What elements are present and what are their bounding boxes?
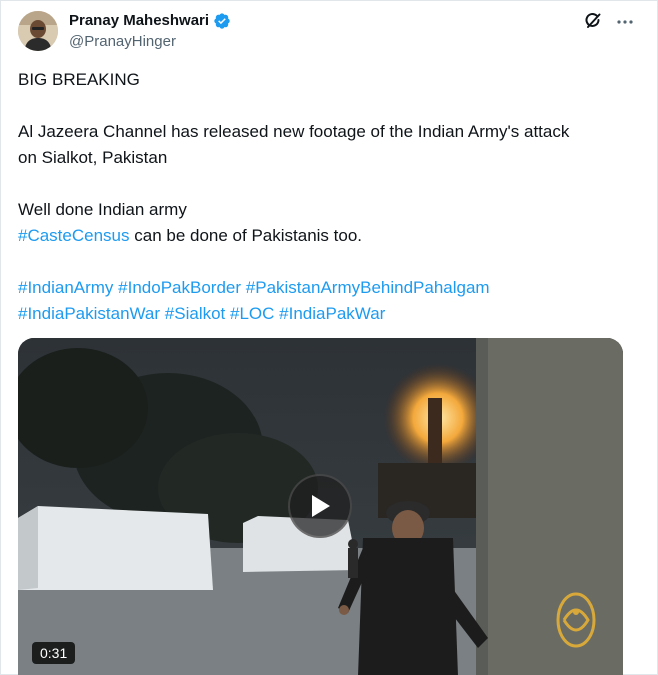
hashtag-link[interactable]: #IndoPakBorder (118, 278, 241, 297)
watermark-logo (556, 592, 596, 648)
tweet-text: BIG BREAKING Al Jazeera Channel has rele… (18, 67, 633, 327)
verified-badge-icon[interactable] (213, 12, 231, 30)
tweet-card: Pranay Maheshwari @PranayHinger BIG BREA… (0, 0, 658, 675)
hashtag-link[interactable]: #PakistanArmyBehindPahalgam (246, 278, 490, 297)
more-icon[interactable] (615, 11, 635, 31)
video-player[interactable]: 0:31 (18, 338, 623, 675)
hashtag-link[interactable]: #Sialkot (165, 304, 225, 323)
hashtag-link[interactable]: #CasteCensus (18, 226, 130, 245)
hashtag-link[interactable]: #IndiaPakistanWar (18, 304, 160, 323)
avatar-image (18, 11, 58, 51)
grok-icon[interactable] (583, 11, 603, 31)
tweet-line: Well done Indian army (18, 200, 187, 219)
hashtag-link[interactable]: #LOC (230, 304, 274, 323)
tweet-line: BIG BREAKING (18, 70, 140, 89)
handle[interactable]: @PranayHinger (69, 32, 231, 52)
video-duration: 0:31 (32, 642, 76, 664)
name-row: Pranay Maheshwari (69, 11, 231, 31)
author-block: Pranay Maheshwari @PranayHinger (69, 11, 231, 52)
tweet-line: Al Jazeera Channel has released new foot… (18, 122, 570, 141)
hashtag-link[interactable]: #IndianArmy (18, 278, 113, 297)
hashtag-row: #IndianArmy #IndoPakBorder #PakistanArmy… (18, 275, 633, 301)
tweet-line: #CasteCensus can be done of Pakistanis t… (18, 223, 633, 249)
hashtag-row: #IndiaPakistanWar #Sialkot #LOC #IndiaPa… (18, 301, 633, 327)
hashtag-link[interactable]: #IndiaPakWar (279, 304, 385, 323)
top-actions (583, 11, 635, 31)
avatar[interactable] (18, 11, 58, 51)
play-icon[interactable] (288, 474, 352, 538)
tweet-line-rest: can be done of Pakistanis too. (129, 226, 363, 245)
display-name[interactable]: Pranay Maheshwari (69, 11, 209, 31)
tweet-line: on Sialkot, Pakistan (18, 148, 168, 167)
